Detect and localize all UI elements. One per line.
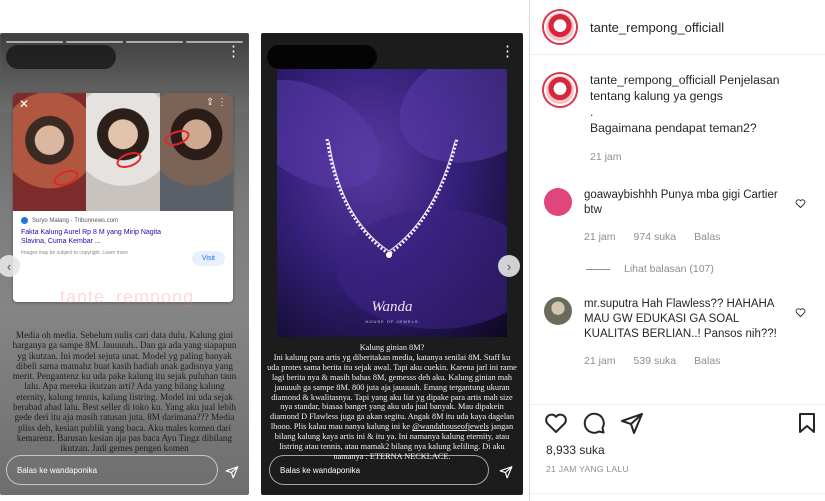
comment-likes[interactable]: 539 suka bbox=[634, 354, 677, 369]
news-source: Suryo Malang - Tribunnews.com bbox=[21, 217, 225, 224]
post-actions: 8,933 suka 21 JAM YANG LALU bbox=[530, 404, 825, 501]
caption: tante_rempong_officiall Penjelasan tenta… bbox=[542, 72, 795, 165]
brand-subtitle: HOUSE OF JEWELS bbox=[365, 319, 419, 324]
visit-button[interactable]: Visit bbox=[191, 251, 225, 266]
caption-line-1: Penjelasan bbox=[719, 73, 780, 87]
necklace-image: Wanda HOUSE OF JEWELS bbox=[277, 69, 507, 337]
comment-time: 21 jam bbox=[584, 231, 616, 243]
more-options-icon[interactable]: ⋮ bbox=[226, 44, 241, 59]
comment-body: mr.suputra Hah Flawless?? HAHAHA MAU GW … bbox=[584, 297, 789, 369]
next-arrow-icon[interactable]: › bbox=[498, 255, 520, 277]
heart-icon[interactable] bbox=[795, 198, 806, 209]
action-icons bbox=[544, 411, 644, 435]
story-reply-input[interactable]: Balas ke wandaponika bbox=[269, 455, 489, 485]
close-icon[interactable]: ✕ bbox=[19, 97, 29, 111]
instagram-post-view: ⋮ ✕ ⇪ ⋮ Suryo Malang - Tribunnews.com Fa… bbox=[0, 0, 825, 501]
caption-time: 21 jam bbox=[590, 151, 622, 163]
news-search-card: ✕ ⇪ ⋮ Suryo Malang - Tribunnews.com Fakt… bbox=[13, 93, 233, 302]
heart-icon[interactable] bbox=[544, 411, 568, 435]
news-source-text: Suryo Malang - Tribunnews.com bbox=[32, 217, 119, 224]
comment-meta: 21 jam 974 suka Balas bbox=[584, 230, 789, 245]
more-options-icon[interactable]: ⋮ bbox=[500, 44, 515, 59]
news-image-3 bbox=[159, 93, 233, 211]
caption-username[interactable]: tante_rempong_officiall bbox=[590, 73, 716, 87]
story-screenshot-left: ⋮ ✕ ⇪ ⋮ Suryo Malang - Tribunnews.com Fa… bbox=[0, 33, 249, 495]
post-date: 21 JAM YANG LALU bbox=[546, 464, 629, 474]
story-right-intro: Kalung ginian 8M? bbox=[359, 343, 425, 352]
censored-username bbox=[267, 45, 377, 69]
post-media: ⋮ ✕ ⇪ ⋮ Suryo Malang - Tribunnews.com Fa… bbox=[0, 0, 530, 501]
view-replies-button[interactable]: Lihat balasan (107) bbox=[586, 263, 714, 275]
reply-button[interactable]: Balas bbox=[694, 230, 720, 245]
post-sidebar: tante_rempong_officiall tante_rempong_of… bbox=[530, 0, 825, 501]
news-image-2 bbox=[86, 93, 160, 211]
comment-likes[interactable]: 974 suka bbox=[634, 230, 677, 245]
comment-item: mr.suputra Hah Flawless?? HAHAHA MAU GW … bbox=[544, 297, 814, 369]
brand-logo: Wanda bbox=[371, 299, 413, 315]
avatar[interactable] bbox=[542, 72, 578, 108]
comment-time: 21 jam bbox=[584, 355, 616, 367]
red-arrow-annotation bbox=[51, 166, 81, 190]
comment-username[interactable]: goawaybishhh bbox=[584, 189, 658, 201]
bookmark-icon[interactable] bbox=[795, 411, 819, 435]
card-action-icons[interactable]: ⇪ ⋮ bbox=[206, 97, 227, 108]
send-icon[interactable] bbox=[499, 465, 513, 479]
heart-icon[interactable] bbox=[795, 307, 806, 318]
story-left-text: Media oh media. Sebelum nulis cari data … bbox=[12, 330, 237, 454]
watermark: tante_rempong bbox=[60, 287, 195, 307]
post-header: tante_rempong_officiall bbox=[530, 0, 825, 55]
story-progress-bar bbox=[6, 41, 243, 43]
avatar[interactable] bbox=[544, 188, 572, 216]
send-icon[interactable] bbox=[225, 465, 239, 479]
avatar[interactable] bbox=[544, 297, 572, 325]
story-right-body: Ini kalung para artis yg diberitakan med… bbox=[267, 352, 517, 432]
view-replies-label[interactable]: Lihat balasan (107) bbox=[624, 263, 714, 275]
avatar[interactable] bbox=[542, 9, 578, 45]
necklace-drawing bbox=[325, 138, 459, 258]
header-username[interactable]: tante_rempong_officiall bbox=[590, 20, 724, 35]
caption-line-2: tentang kalung ya gengs bbox=[590, 89, 723, 103]
comment-username[interactable]: mr.suputra bbox=[584, 298, 638, 310]
story-screenshot-right: ⋮ Wanda HOUSE OF JEWELS Kalung ginian 8M… bbox=[261, 33, 523, 495]
comment-icon[interactable] bbox=[582, 411, 606, 435]
story-right-text: Kalung ginian 8M? Ini kalung para artis … bbox=[267, 343, 517, 462]
news-title[interactable]: Fakta Kalung Aurel Rp 8 M yang Mirip Nag… bbox=[21, 228, 171, 246]
caption-line-4: Bagaimana pendapat teman2? bbox=[590, 121, 757, 135]
red-arrow-annotation bbox=[114, 148, 144, 172]
caption-line-3: . bbox=[590, 105, 594, 119]
reply-button[interactable]: Balas bbox=[694, 354, 720, 369]
comment-item: goawaybishhh Punya mba gigi Cartier btw … bbox=[544, 188, 814, 245]
news-images: ✕ ⇪ ⋮ bbox=[13, 93, 233, 211]
censored-username bbox=[6, 45, 116, 69]
share-icon[interactable] bbox=[620, 411, 644, 435]
red-arrow-annotation bbox=[162, 126, 192, 150]
source-icon bbox=[21, 217, 28, 224]
story-reply-input[interactable]: Balas ke wandaponika bbox=[6, 455, 218, 485]
comment-meta: 21 jam 539 suka Balas bbox=[584, 354, 789, 369]
comment-body: goawaybishhh Punya mba gigi Cartier btw … bbox=[584, 188, 789, 245]
caption-text: tante_rempong_officiall Penjelasan tenta… bbox=[590, 72, 795, 165]
divider bbox=[530, 493, 825, 501]
likes-count[interactable]: 8,933 suka bbox=[546, 443, 605, 457]
store-handle-link[interactable]: @wandahouseofjewels bbox=[412, 422, 489, 431]
divider bbox=[586, 268, 610, 270]
